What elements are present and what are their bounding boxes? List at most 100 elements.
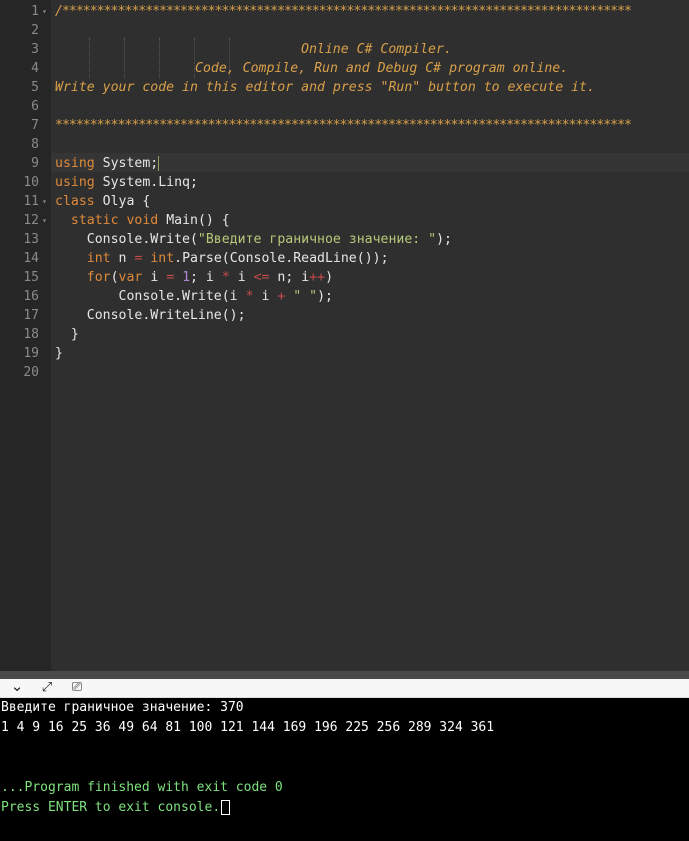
clear-console-icon[interactable]: ⎚ xyxy=(66,679,88,697)
string-literal: "Введите граничное значение: " xyxy=(197,232,437,247)
fold-arrow-icon[interactable]: ▾ xyxy=(42,2,47,21)
operator: * xyxy=(245,289,254,304)
comment-text: Online C# Compiler. xyxy=(301,42,452,57)
keyword: class xyxy=(55,194,95,209)
code-line-4: Code, Compile, Run and Debug C# program … xyxy=(55,59,689,78)
code-text: ); xyxy=(317,289,333,304)
code-text: Console.Write( xyxy=(86,232,198,247)
line-number-text: 4 xyxy=(31,61,39,76)
code-text: Console.WriteLine(); xyxy=(86,308,246,323)
line-number: 17 xyxy=(0,306,51,325)
code-line-14: int n = int.Parse(Console.ReadLine()); xyxy=(55,249,689,268)
line-number: 19 xyxy=(0,344,51,363)
code-line-12: static void Main() { xyxy=(55,211,689,230)
line-number: 5 xyxy=(0,78,51,97)
line-number-text: 20 xyxy=(23,365,39,380)
text-cursor xyxy=(158,155,160,171)
code-line-5: Write your code in this editor and press… xyxy=(55,78,689,97)
line-number: 13 xyxy=(0,230,51,249)
line-number-text: 12 xyxy=(23,213,39,228)
fold-arrow-icon[interactable]: ▾ xyxy=(42,211,47,230)
chevron-down-icon[interactable]: ⌄ xyxy=(6,679,28,697)
code-line-15: for(var i = 1; i * i <= n; i++) xyxy=(55,268,689,287)
code-line-7: ****************************************… xyxy=(55,116,689,135)
line-number-text: 15 xyxy=(23,270,39,285)
line-number: 10 xyxy=(0,173,51,192)
keyword: void xyxy=(126,213,159,228)
press-enter-text: Press ENTER to exit console. xyxy=(1,800,221,815)
code-text: ; i xyxy=(190,270,222,285)
line-number-text: 2 xyxy=(31,23,39,38)
line-number-text: 14 xyxy=(23,251,39,266)
line-number-text: 19 xyxy=(23,346,39,361)
code-line-10: using System.Linq; xyxy=(55,173,689,192)
code-text: } xyxy=(70,327,79,342)
code-line-9: using System; xyxy=(55,154,689,173)
line-number: 18 xyxy=(0,325,51,344)
comment-text: Write your code in this editor and press… xyxy=(55,80,595,95)
line-number: 2 xyxy=(0,21,51,40)
code-editor[interactable]: 1 ▾ 2 3 4 5 6 7 8 9 10 11 ▾ 12 ▾ 13 14 15 16 17 18 19 20 /****… xyxy=(0,0,689,671)
code-text: ( xyxy=(110,270,119,285)
code-text: System.Linq; xyxy=(94,175,198,190)
code-line-13: Console.Write("Введите граничное значени… xyxy=(55,230,689,249)
console-line: Введите граничное значение: 370 xyxy=(1,700,244,715)
line-number-text: 13 xyxy=(23,232,39,247)
line-number: 4 xyxy=(0,59,51,78)
code-line-16: Console.Write(i * i + " "); xyxy=(55,287,689,306)
line-number-text: 5 xyxy=(31,80,39,95)
keyword: var xyxy=(118,270,143,285)
line-number: 7 xyxy=(0,116,51,135)
line-number-text: 9 xyxy=(31,156,39,171)
console-toolbar: ⌄ ⤢ ⎚ xyxy=(0,679,689,698)
code-text: ); xyxy=(436,232,452,247)
code-text: Console.Write(i xyxy=(118,289,246,304)
line-number-text: 17 xyxy=(23,308,39,323)
code-line-18: } xyxy=(55,325,689,344)
operator: = xyxy=(166,270,175,285)
code-line-3: Online C# Compiler. xyxy=(55,40,689,59)
comment-text: /***************************************… xyxy=(55,4,632,19)
keyword: using xyxy=(55,156,95,171)
console-line: 1 4 9 16 25 36 49 64 81 100 121 144 169 … xyxy=(1,720,495,735)
code-line-1: /***************************************… xyxy=(55,2,689,21)
exit-status: ...Program finished with exit code 0 xyxy=(1,780,283,795)
line-number: 8 xyxy=(0,135,51,154)
code-text: ) xyxy=(325,270,334,285)
console-cursor xyxy=(221,800,231,815)
line-number: 12 ▾ xyxy=(0,211,51,230)
line-number: 20 xyxy=(0,363,51,382)
line-number: 1 ▾ xyxy=(0,2,51,21)
line-number-text: 6 xyxy=(31,99,39,114)
code-text: System; xyxy=(94,156,159,171)
operator: <= xyxy=(253,270,270,285)
line-number: 15 xyxy=(0,268,51,287)
code-line-19: } xyxy=(55,344,689,363)
line-number-text: 11 xyxy=(23,194,39,209)
comment-text: Code, Compile, Run and Debug C# program … xyxy=(195,61,569,76)
operator: * xyxy=(221,270,230,285)
keyword: using xyxy=(55,175,95,190)
console-output[interactable]: Введите граничное значение: 370 1 4 9 16… xyxy=(0,698,689,841)
keyword: static xyxy=(70,213,119,228)
line-number: 11 ▾ xyxy=(0,192,51,211)
line-number: 14 xyxy=(0,249,51,268)
code-area[interactable]: /***************************************… xyxy=(55,2,689,382)
keyword: for xyxy=(86,270,111,285)
line-number: 9 xyxy=(0,154,51,173)
code-text: } xyxy=(55,346,63,361)
line-number-gutter: 1 ▾ 2 3 4 5 6 7 8 9 10 11 ▾ 12 ▾ 13 14 15 16 17 18 19 20 xyxy=(0,0,51,671)
line-number: 3 xyxy=(0,40,51,59)
fold-arrow-icon[interactable]: ▾ xyxy=(42,192,47,211)
editor-console-divider[interactable] xyxy=(0,671,689,679)
code-text: .Parse(Console.ReadLine()); xyxy=(174,251,389,266)
string-literal: " " xyxy=(285,289,318,304)
expand-icon[interactable]: ⤢ xyxy=(36,679,58,697)
line-number-text: 10 xyxy=(23,175,39,190)
